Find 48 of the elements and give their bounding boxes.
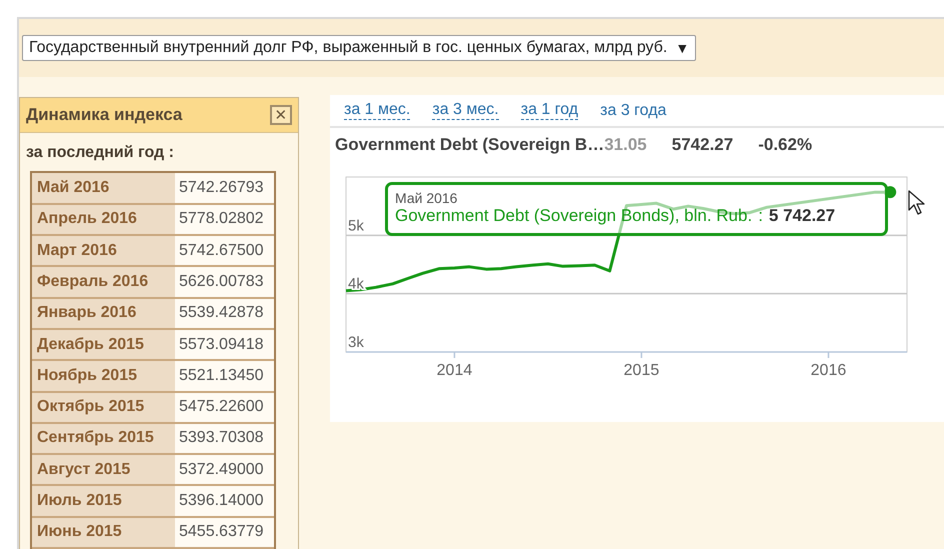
value-cell: 5626.00783: [175, 267, 274, 297]
x-tick-label: 2014: [436, 362, 472, 379]
month-cell: Август 2015: [32, 455, 175, 484]
month-cell: Январь 2016: [32, 298, 175, 328]
series-name: Government Debt (Sovereign B…: [335, 134, 604, 156]
month-cell: Октябрь 2015: [32, 392, 175, 422]
month-cell: Апрель 2016: [32, 204, 175, 234]
month-cell: Февраль 2016: [32, 267, 175, 297]
y-tick-label: 3k: [348, 334, 364, 351]
tooltip-value: 5 742.27: [768, 206, 836, 226]
month-cell: Июнь 2015: [32, 518, 175, 547]
value-cell: 5393.70308: [175, 424, 274, 454]
month-cell: Июль 2015: [32, 486, 175, 516]
x-tick-label: 2015: [624, 362, 660, 379]
range-tab[interactable]: за 3 года: [600, 98, 666, 122]
value-cell: 5521.13450: [175, 361, 274, 391]
y-tick-label: 5k: [348, 217, 364, 234]
value-cell: 5475.22600: [175, 392, 274, 422]
range-tab[interactable]: за 1 год: [520, 101, 578, 120]
indicator-dropdown[interactable]: Государственный внутренний долг РФ, выраженный в гос. ценных бумагах, млрд руб. ▼: [22, 35, 696, 61]
range-tab[interactable]: за 3 мес.: [432, 101, 499, 120]
month-cell: Март 2016: [32, 236, 175, 266]
value-cell: 5573.09418: [175, 330, 274, 360]
value-cell: 5539.42878: [175, 298, 274, 328]
month-cell: Декабрь 2015: [32, 330, 175, 360]
x-tick-label: 2016: [810, 362, 846, 379]
close-button[interactable]: ✕: [270, 105, 292, 126]
hover-marker: [884, 186, 896, 198]
value-cell: 5396.14000: [175, 486, 274, 516]
panel-subtitle: за последний год :: [25, 143, 175, 164]
change-percent: -0.62%: [758, 134, 812, 156]
tooltip-date: Май 2016: [395, 191, 458, 206]
cursor-icon: [908, 190, 926, 216]
month-cell: Ноябрь 2015: [32, 361, 175, 391]
value-cell: 5455.63779: [175, 518, 274, 547]
value-cell: 5778.02802: [175, 204, 274, 234]
panel-title: Динамика индекса: [26, 104, 182, 126]
last-value: 5742.27: [672, 134, 734, 156]
tooltip-series-label: Government Debt (Sovereign Bonds), bln. Rub.: [395, 206, 752, 226]
value-cell: 5742.67500: [175, 236, 274, 266]
tooltip-separator: :: [758, 206, 763, 226]
month-cell: Май 2016: [32, 173, 175, 203]
range-tab[interactable]: за 1 мес.: [344, 101, 410, 120]
series-value: 31.05: [604, 134, 647, 156]
month-cell: Сентябрь 2015: [32, 424, 175, 454]
value-cell: 5742.26793: [175, 173, 274, 203]
value-cell: 5372.49000: [175, 455, 274, 484]
y-tick-label: 4k: [348, 276, 364, 293]
